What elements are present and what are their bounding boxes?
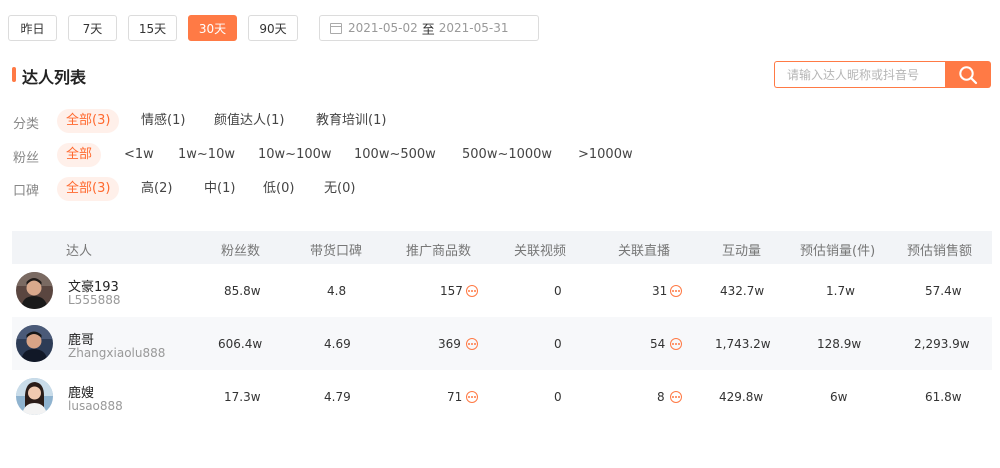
lives-more-icon[interactable] — [670, 285, 682, 297]
range-yesterday-button[interactable]: 昨日 — [8, 15, 57, 41]
cell-rating: 4.69 — [324, 337, 351, 351]
avatar[interactable] — [16, 325, 53, 362]
cell-rating: 4.8 — [327, 284, 347, 298]
influencer-id: L555888 — [68, 293, 121, 307]
influencer-id: lusao888 — [68, 399, 123, 413]
cell-videos: 0 — [554, 337, 562, 351]
cell-sales-qty: 128.9w — [817, 337, 862, 351]
search-button[interactable] — [945, 61, 991, 88]
cell-sales-amt: 2,293.9w — [914, 337, 970, 351]
filter-fans-500w-1000w[interactable]: 500w~1000w — [462, 143, 552, 167]
influencer-id: Zhangxiaolu888 — [68, 346, 166, 360]
filter-fans-gt1000w[interactable]: >1000w — [578, 143, 633, 167]
cell-products: 369 — [438, 337, 461, 351]
filter-fans-all[interactable]: 全部 — [57, 143, 102, 167]
products-more-icon[interactable] — [466, 285, 478, 297]
title-accent-bar — [12, 67, 16, 82]
cell-lives: 54 — [650, 337, 666, 351]
filter-fans-100w-500w[interactable]: 100w~500w — [354, 143, 436, 167]
range-90d-button[interactable]: 90天 — [248, 15, 298, 41]
filter-category-all[interactable]: 全部(3) — [57, 109, 120, 133]
col-sales-qty[interactable]: 预估销量(件) — [800, 240, 875, 259]
date-separator: 至 — [421, 22, 435, 38]
avatar[interactable] — [16, 378, 53, 415]
filter-reputation-all[interactable]: 全部(3) — [57, 177, 120, 201]
col-sales-amt[interactable]: 预估销售额 — [907, 240, 972, 259]
filter-category-education[interactable]: 教育培训(1) — [316, 109, 386, 133]
section-title: 达人列表 — [22, 68, 87, 87]
search-input[interactable] — [774, 61, 946, 88]
cell-sales-qty: 6w — [830, 390, 848, 404]
cell-rating: 4.79 — [324, 390, 351, 404]
filter-fans-1w-10w[interactable]: 1w~10w — [178, 143, 235, 167]
cell-videos: 0 — [554, 390, 562, 404]
filter-reputation-high[interactable]: 高(2) — [141, 177, 172, 201]
cell-fans: 85.8w — [224, 284, 261, 298]
cell-sales-qty: 1.7w — [826, 284, 855, 298]
cell-interactions: 429.8w — [719, 390, 764, 404]
cell-videos: 0 — [554, 284, 562, 298]
cell-fans: 17.3w — [224, 390, 261, 404]
range-7d-button[interactable]: 7天 — [68, 15, 117, 41]
col-interactions[interactable]: 互动量 — [722, 240, 761, 259]
col-products[interactable]: 推广商品数 — [406, 240, 471, 259]
filter-reputation-mid[interactable]: 中(1) — [204, 177, 235, 201]
calendar-icon — [330, 22, 342, 34]
range-30d-button[interactable]: 30天 — [188, 15, 237, 41]
col-influencer: 达人 — [66, 244, 93, 259]
date-range-picker[interactable]: 2021-05-02 至 2021-05-31 — [319, 15, 539, 41]
col-lives[interactable]: 关联直播 — [618, 240, 670, 259]
cell-sales-amt: 57.4w — [925, 284, 962, 298]
avatar[interactable] — [16, 272, 53, 309]
cell-products: 71 — [447, 390, 463, 404]
filter-fans-label: 粉丝 — [13, 151, 40, 166]
col-rating[interactable]: 带货口碑 — [310, 240, 362, 259]
date-start: 2021-05-02 — [348, 21, 418, 35]
filter-category-looks[interactable]: 颜值达人(1) — [214, 109, 284, 133]
filter-fans-lt1w[interactable]: <1w — [124, 143, 154, 167]
filter-reputation-label: 口碑 — [13, 184, 40, 199]
cell-fans: 606.4w — [218, 337, 263, 351]
products-more-icon[interactable] — [466, 338, 478, 350]
cell-interactions: 1,743.2w — [715, 337, 771, 351]
range-15d-button[interactable]: 15天 — [128, 15, 177, 41]
cell-lives: 8 — [657, 390, 665, 404]
cell-interactions: 432.7w — [720, 284, 765, 298]
date-end: 2021-05-31 — [438, 21, 509, 35]
filter-category-emotion[interactable]: 情感(1) — [141, 109, 185, 133]
cell-products: 157 — [440, 284, 463, 298]
products-more-icon[interactable] — [466, 391, 478, 403]
col-videos[interactable]: 关联视频 — [514, 240, 566, 259]
filter-category-label: 分类 — [13, 117, 40, 132]
col-fans[interactable]: 粉丝数 — [221, 240, 260, 259]
filter-reputation-low[interactable]: 低(0) — [263, 177, 294, 201]
lives-more-icon[interactable] — [670, 391, 682, 403]
filter-fans-10w-100w[interactable]: 10w~100w — [258, 143, 332, 167]
cell-lives: 31 — [652, 284, 668, 298]
lives-more-icon[interactable] — [670, 338, 682, 350]
search-icon — [959, 65, 978, 84]
cell-sales-amt: 61.8w — [925, 390, 962, 404]
filter-reputation-none[interactable]: 无(0) — [324, 177, 355, 201]
